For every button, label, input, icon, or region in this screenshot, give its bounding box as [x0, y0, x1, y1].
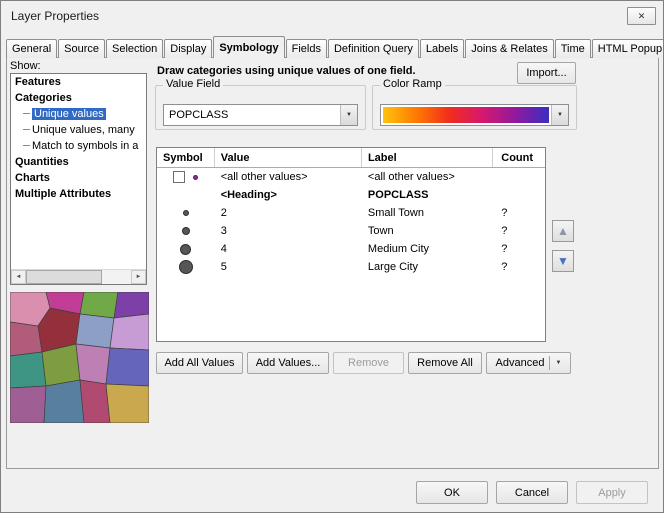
move-up-button[interactable]: ▲ [552, 220, 574, 242]
show-label: Show: [10, 60, 41, 72]
tab-symbology[interactable]: Symbology [213, 36, 284, 58]
map-preview-image [10, 292, 149, 423]
chevron-down-icon: ▼ [555, 360, 561, 366]
tab-definition-query[interactable]: Definition Query [328, 39, 419, 58]
all-other-values-checkbox[interactable] [173, 171, 185, 183]
tree-item-charts[interactable]: Charts [11, 170, 146, 186]
import-button[interactable]: Import... [517, 62, 576, 84]
show-tree: Features Categories Unique values Unique… [10, 73, 147, 285]
add-all-values-button[interactable]: Add All Values [156, 352, 243, 374]
tab-selection[interactable]: Selection [106, 39, 163, 58]
table-row[interactable]: 2 Small Town ? [157, 204, 545, 222]
tab-joins-relates[interactable]: Joins & Relates [465, 39, 553, 58]
tab-source[interactable]: Source [58, 39, 105, 58]
tree-item-match-symbols[interactable]: Match to symbols in a [11, 138, 146, 154]
table-row[interactable]: 3 Town ? [157, 222, 545, 240]
advanced-button[interactable]: Advanced ▼ [486, 352, 571, 374]
remove-button[interactable]: Remove [333, 352, 404, 374]
tree-item-multiple-attributes[interactable]: Multiple Attributes [11, 186, 146, 202]
close-icon: ✕ [638, 11, 646, 22]
scrollbar-thumb[interactable] [26, 270, 102, 284]
tab-labels[interactable]: Labels [420, 39, 464, 58]
title-bar[interactable]: Layer Properties ✕ [1, 1, 663, 31]
remove-all-button[interactable]: Remove All [408, 352, 482, 374]
header-count: Count [493, 148, 545, 167]
table-row[interactable]: 5 Large City ? [157, 258, 545, 276]
point-symbol-size-3-icon[interactable] [180, 244, 191, 255]
tree-item-unique-values-many[interactable]: Unique values, many [11, 122, 146, 138]
header-symbol: Symbol [157, 148, 215, 167]
table-header-row: Symbol Value Label Count [157, 148, 545, 168]
arrow-up-icon: ▲ [557, 224, 569, 238]
add-values-button[interactable]: Add Values... [247, 352, 329, 374]
color-ramp-dropdown[interactable]: ▼ [380, 104, 569, 126]
chevron-down-icon[interactable]: ▼ [340, 105, 357, 125]
tab-general[interactable]: General [6, 39, 57, 58]
table-row[interactable]: 4 Medium City ? [157, 240, 545, 258]
value-field-dropdown[interactable]: POPCLASS ▼ [163, 104, 358, 126]
tree-item-unique-values[interactable]: Unique values [11, 106, 146, 122]
arrow-down-icon: ▼ [557, 254, 569, 268]
ok-button[interactable]: OK [416, 481, 488, 504]
point-symbol-size-2-icon[interactable] [182, 227, 190, 235]
tab-time[interactable]: Time [555, 39, 591, 58]
close-button[interactable]: ✕ [627, 7, 656, 25]
table-row-heading[interactable]: <Heading> POPCLASS [157, 186, 545, 204]
tab-bar: General Source Selection Display Symbolo… [6, 38, 664, 58]
tab-html-popup[interactable]: HTML Popup [592, 39, 664, 58]
value-field-selected: POPCLASS [164, 105, 340, 125]
color-ramp-group-label: Color Ramp [380, 78, 445, 90]
apply-button[interactable]: Apply [576, 481, 648, 504]
tab-fields[interactable]: Fields [286, 39, 327, 58]
value-field-group-label: Value Field [163, 78, 223, 90]
tab-display[interactable]: Display [164, 39, 212, 58]
point-symbol-size-4-icon[interactable] [179, 260, 193, 274]
chevron-down-icon[interactable]: ▼ [551, 105, 568, 125]
move-down-button[interactable]: ▼ [552, 250, 574, 272]
color-ramp-gradient [383, 107, 549, 123]
tree-item-features[interactable]: Features [11, 74, 146, 90]
scroll-right-icon[interactable]: ► [131, 270, 146, 284]
point-symbol-purple-small-icon[interactable] [193, 175, 198, 180]
horizontal-scrollbar[interactable]: ◄ ► [11, 269, 146, 284]
table-row[interactable]: <all other values> <all other values> [157, 168, 545, 186]
header-label: Label [362, 148, 493, 167]
panel-description: Draw categories using unique values of o… [157, 65, 416, 77]
tree-item-categories[interactable]: Categories [11, 90, 146, 106]
point-symbol-size-1-icon[interactable] [183, 210, 189, 216]
cancel-button[interactable]: Cancel [496, 481, 568, 504]
header-value: Value [215, 148, 362, 167]
layer-properties-dialog: Layer Properties ✕ General Source Select… [0, 0, 664, 513]
tree-item-quantities[interactable]: Quantities [11, 154, 146, 170]
unique-values-table: Symbol Value Label Count <all other valu… [156, 147, 546, 342]
scroll-left-icon[interactable]: ◄ [11, 270, 26, 284]
window-title: Layer Properties [11, 9, 99, 23]
